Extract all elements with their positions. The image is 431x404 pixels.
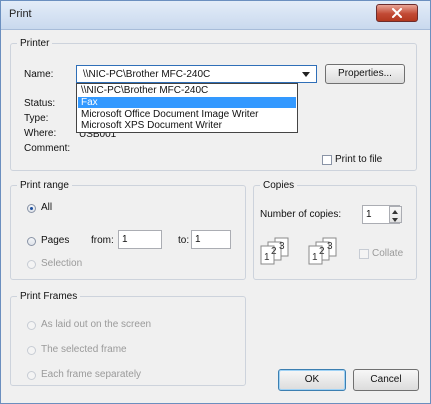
printer-option-office-image-writer[interactable]: Microsoft Office Document Image Writer [78, 109, 296, 120]
pages-label: Pages [41, 235, 70, 246]
type-label: Type: [24, 113, 49, 124]
printer-option-xps-writer[interactable]: Microsoft XPS Document Writer [78, 120, 296, 131]
dialog-body: Printer Name: \\NIC-PC\Brother MFC-240C … [10, 38, 422, 398]
to-input[interactable]: 1 [191, 230, 231, 249]
close-button[interactable] [376, 4, 418, 22]
all-label: All [41, 202, 53, 213]
selection-radio[interactable] [27, 260, 36, 269]
cancel-button[interactable]: Cancel [353, 369, 419, 391]
selected-frame-label: The selected frame [41, 344, 127, 355]
properties-button[interactable]: Properties... [325, 64, 405, 84]
pages-radio[interactable] [27, 237, 36, 246]
printer-dropdown-list: \\NIC-PC\Brother MFC-240C Fax Microsoft … [76, 83, 298, 133]
print-dialog: Print Printer Name: \\NIC-PC\Brother MFC… [0, 0, 431, 404]
selected-frame-radio[interactable] [27, 346, 36, 355]
from-input[interactable]: 1 [118, 230, 162, 249]
collate-label: Collate [372, 248, 404, 259]
ok-button[interactable]: OK [278, 369, 346, 391]
page-stack-1-icon: 1 2 3 [260, 237, 289, 265]
selection-label: Selection [41, 258, 83, 269]
stack2-page1: 1 [312, 252, 318, 263]
stack1-page3: 3 [279, 241, 285, 252]
status-label: Status: [24, 98, 56, 109]
where-label: Where: [24, 128, 57, 139]
printer-legend: Printer [20, 38, 50, 49]
chevron-down-icon[interactable] [302, 72, 310, 77]
name-label: Name: [24, 69, 54, 80]
spin-up-icon[interactable] [392, 210, 398, 214]
printer-option-fax[interactable]: Fax [78, 97, 296, 108]
dialog-title: Print [9, 8, 32, 20]
spin-down-icon[interactable] [392, 218, 398, 222]
collate-checkbox[interactable] [359, 249, 369, 259]
print-to-file-label: Print to file [335, 154, 383, 165]
print-frames-legend: Print Frames [20, 291, 78, 302]
print-range-legend: Print range [20, 180, 69, 191]
printer-name-select[interactable]: \\NIC-PC\Brother MFC-240C [76, 65, 317, 83]
stack2-page2: 2 [319, 246, 325, 257]
page-stack-2-icon: 1 2 3 [308, 237, 337, 265]
to-label: to: [178, 235, 190, 246]
number-of-copies-label: Number of copies: [260, 209, 342, 220]
print-to-file-checkbox[interactable] [322, 155, 332, 165]
collate-illustration: 1 2 3 1 2 3 [260, 237, 337, 265]
comment-label: Comment: [24, 143, 71, 154]
laid-out-radio[interactable] [27, 321, 36, 330]
title-bar[interactable]: Print [1, 1, 430, 30]
stack2-page3: 3 [327, 241, 333, 252]
laid-out-label: As laid out on the screen [41, 319, 152, 330]
stack1-page2: 2 [271, 246, 277, 257]
copies-legend: Copies [263, 180, 295, 191]
printer-name-value: \\NIC-PC\Brother MFC-240C [83, 69, 211, 80]
stack1-page1: 1 [264, 252, 270, 263]
each-frame-label: Each frame separately [41, 369, 142, 380]
printer-option-brother[interactable]: \\NIC-PC\Brother MFC-240C [78, 85, 296, 96]
close-icon [392, 8, 402, 18]
from-label: from: [91, 235, 114, 246]
all-radio[interactable] [27, 204, 36, 213]
each-frame-radio[interactable] [27, 371, 36, 380]
copies-spinner[interactable] [389, 206, 402, 223]
